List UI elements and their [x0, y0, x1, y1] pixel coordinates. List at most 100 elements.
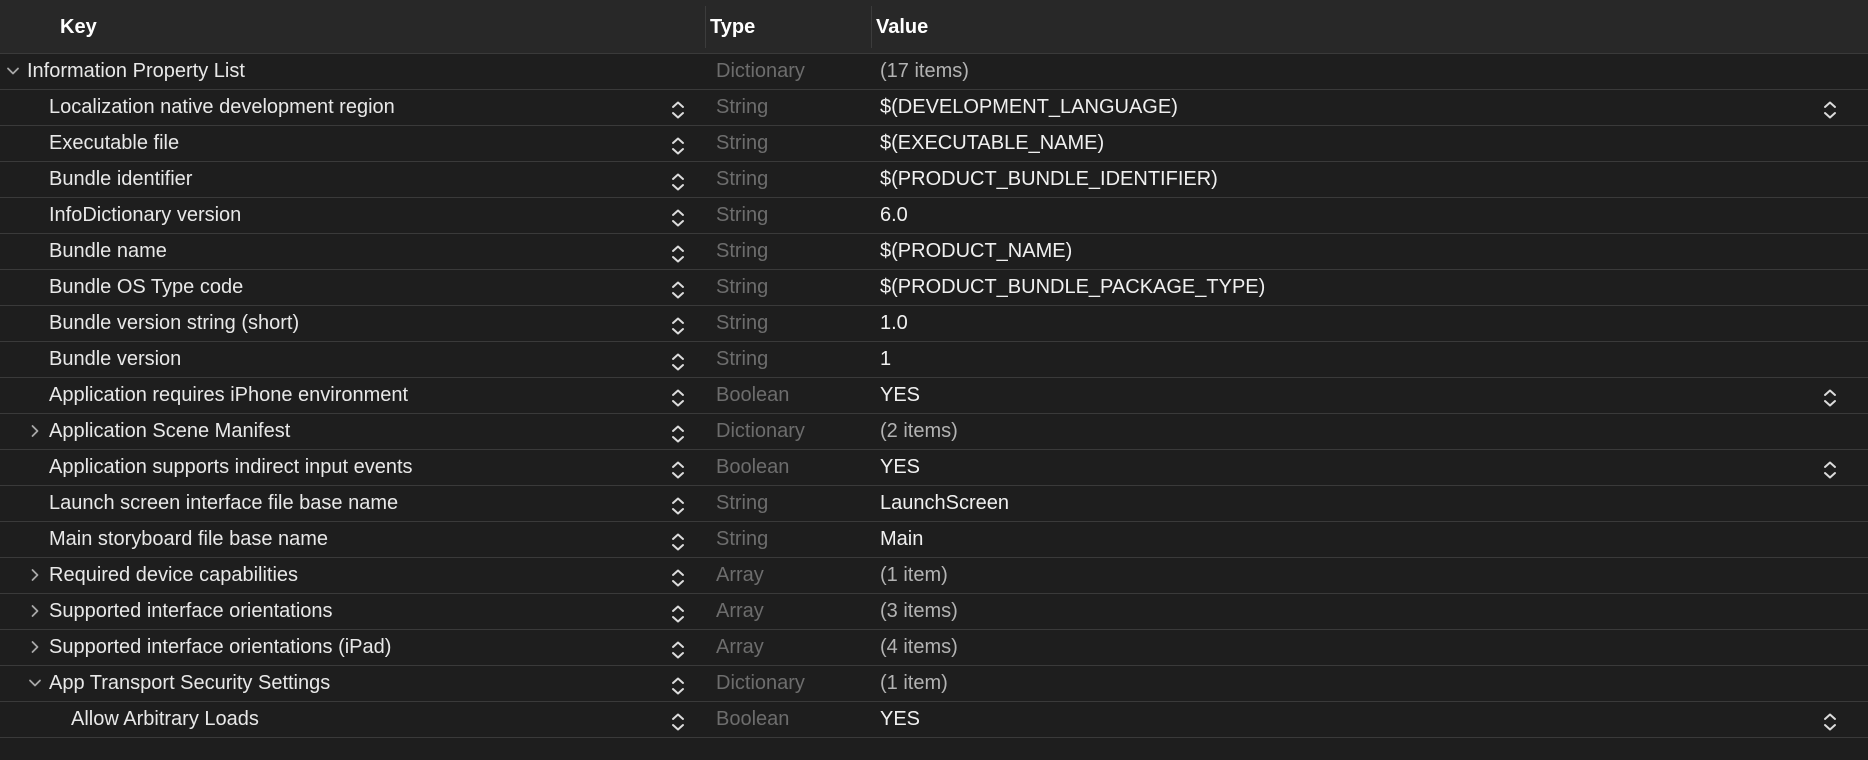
row-type[interactable]: Boolean	[716, 378, 789, 413]
row-type[interactable]: Array	[716, 630, 764, 665]
row-value[interactable]: LaunchScreen	[880, 486, 1009, 521]
row-key[interactable]: Application supports indirect input even…	[49, 450, 413, 485]
row-type[interactable]: Boolean	[716, 702, 789, 737]
row-value[interactable]: (1 item)	[880, 558, 948, 593]
plist-row[interactable]: App Transport Security Settings Dictionar…	[0, 666, 1868, 702]
chevron-right-icon[interactable]	[26, 638, 44, 656]
row-key[interactable]: Bundle name	[49, 234, 167, 269]
chevron-right-icon[interactable]	[26, 602, 44, 620]
row-type[interactable]: Dictionary	[716, 54, 805, 89]
plist-row[interactable]: InfoDictionary version String 6.0	[0, 198, 1868, 234]
row-key[interactable]: Launch screen interface file base name	[49, 486, 398, 521]
plist-row[interactable]: Information Property List Dictionary (17 i…	[0, 54, 1868, 90]
chevron-right-icon[interactable]	[26, 422, 44, 440]
value-popup-icon[interactable]	[1821, 99, 1839, 121]
plist-row[interactable]: Bundle version string (short) String 1.0	[0, 306, 1868, 342]
value-popup-icon[interactable]	[1821, 711, 1839, 733]
row-value[interactable]: $(PRODUCT_BUNDLE_IDENTIFIER)	[880, 162, 1218, 197]
plist-row[interactable]: Application Scene Manifest Dictionary (2 i…	[0, 414, 1868, 450]
plist-row[interactable]: Localization native development region St…	[0, 90, 1868, 126]
row-key[interactable]: Supported interface orientations	[49, 594, 333, 629]
row-type[interactable]: Array	[716, 594, 764, 629]
plist-row[interactable]: Executable file String $(EXECUTABLE_NAME)	[0, 126, 1868, 162]
row-value[interactable]: $(EXECUTABLE_NAME)	[880, 126, 1104, 161]
key-stepper-icon[interactable]	[669, 315, 687, 337]
row-value[interactable]: (17 items)	[880, 54, 969, 89]
row-key[interactable]: Allow Arbitrary Loads	[71, 702, 259, 737]
row-value[interactable]: YES	[880, 378, 920, 413]
plist-row[interactable]: Bundle identifier String $(PRODUCT_BUNDLE_…	[0, 162, 1868, 198]
key-stepper-icon[interactable]	[669, 351, 687, 373]
plist-row[interactable]: Required device capabilities Array (1 item…	[0, 558, 1868, 594]
row-key[interactable]: Bundle identifier	[49, 162, 192, 197]
row-value[interactable]: Main	[880, 522, 923, 557]
row-type[interactable]: Dictionary	[716, 666, 805, 701]
row-key[interactable]: App Transport Security Settings	[49, 666, 330, 701]
key-stepper-icon[interactable]	[669, 495, 687, 517]
type-column-header[interactable]: Type	[710, 0, 755, 54]
row-type[interactable]: String	[716, 162, 768, 197]
key-stepper-icon[interactable]	[669, 675, 687, 697]
row-key[interactable]: Application Scene Manifest	[49, 414, 290, 449]
plist-row[interactable]: Application requires iPhone environment B…	[0, 378, 1868, 414]
key-stepper-icon[interactable]	[669, 459, 687, 481]
row-value[interactable]: 1.0	[880, 306, 908, 341]
value-popup-icon[interactable]	[1821, 459, 1839, 481]
row-type[interactable]: Dictionary	[716, 414, 805, 449]
row-value[interactable]: 1	[880, 342, 891, 377]
value-column-header[interactable]: Value	[876, 0, 928, 54]
row-value[interactable]: (2 items)	[880, 414, 958, 449]
chevron-down-icon[interactable]	[26, 674, 44, 692]
row-type[interactable]: String	[716, 270, 768, 305]
row-type[interactable]: Array	[716, 558, 764, 593]
key-stepper-icon[interactable]	[669, 135, 687, 157]
column-divider[interactable]	[871, 6, 872, 48]
key-stepper-icon[interactable]	[669, 567, 687, 589]
row-value[interactable]: (1 item)	[880, 666, 948, 701]
key-stepper-icon[interactable]	[669, 243, 687, 265]
key-stepper-icon[interactable]	[669, 99, 687, 121]
plist-row[interactable]: Main storyboard file base name String Main	[0, 522, 1868, 558]
row-key[interactable]: Main storyboard file base name	[49, 522, 328, 557]
row-key[interactable]: InfoDictionary version	[49, 198, 241, 233]
plist-row[interactable]: Allow Arbitrary Loads Boolean YES	[0, 702, 1868, 738]
row-key[interactable]: Application requires iPhone environment	[49, 378, 408, 413]
plist-row[interactable]: Supported interface orientations (iPad) A…	[0, 630, 1868, 666]
row-key[interactable]: Information Property List	[27, 54, 245, 89]
plist-row[interactable]: Launch screen interface file base name St…	[0, 486, 1868, 522]
key-stepper-icon[interactable]	[669, 603, 687, 625]
key-stepper-icon[interactable]	[669, 171, 687, 193]
row-key[interactable]: Supported interface orientations (iPad)	[49, 630, 391, 665]
row-value[interactable]: YES	[880, 450, 920, 485]
key-stepper-icon[interactable]	[669, 639, 687, 661]
row-key[interactable]: Bundle OS Type code	[49, 270, 243, 305]
row-type[interactable]: String	[716, 90, 768, 125]
chevron-down-icon[interactable]	[4, 62, 22, 80]
row-key[interactable]: Localization native development region	[49, 90, 395, 125]
row-key[interactable]: Executable file	[49, 126, 179, 161]
plist-row[interactable]: Bundle version String 1	[0, 342, 1868, 378]
key-stepper-icon[interactable]	[669, 531, 687, 553]
row-type[interactable]: String	[716, 342, 768, 377]
row-key[interactable]: Bundle version string (short)	[49, 306, 299, 341]
plist-row[interactable]: Bundle OS Type code String $(PRODUCT_BUNDL…	[0, 270, 1868, 306]
key-stepper-icon[interactable]	[669, 387, 687, 409]
row-type[interactable]: String	[716, 234, 768, 269]
row-value[interactable]: (3 items)	[880, 594, 958, 629]
key-column-header[interactable]: Key	[60, 0, 97, 54]
row-value[interactable]: (4 items)	[880, 630, 958, 665]
column-divider[interactable]	[705, 6, 706, 48]
row-value[interactable]: $(PRODUCT_NAME)	[880, 234, 1072, 269]
row-type[interactable]: String	[716, 306, 768, 341]
plist-row[interactable]: Supported interface orientations Array (3 …	[0, 594, 1868, 630]
row-type[interactable]: Boolean	[716, 450, 789, 485]
row-value[interactable]: 6.0	[880, 198, 908, 233]
row-type[interactable]: String	[716, 198, 768, 233]
key-stepper-icon[interactable]	[669, 207, 687, 229]
row-value[interactable]: $(DEVELOPMENT_LANGUAGE)	[880, 90, 1178, 125]
row-key[interactable]: Required device capabilities	[49, 558, 298, 593]
plist-row[interactable]: Bundle name String $(PRODUCT_NAME)	[0, 234, 1868, 270]
row-value[interactable]: $(PRODUCT_BUNDLE_PACKAGE_TYPE)	[880, 270, 1265, 305]
key-stepper-icon[interactable]	[669, 711, 687, 733]
row-type[interactable]: String	[716, 522, 768, 557]
